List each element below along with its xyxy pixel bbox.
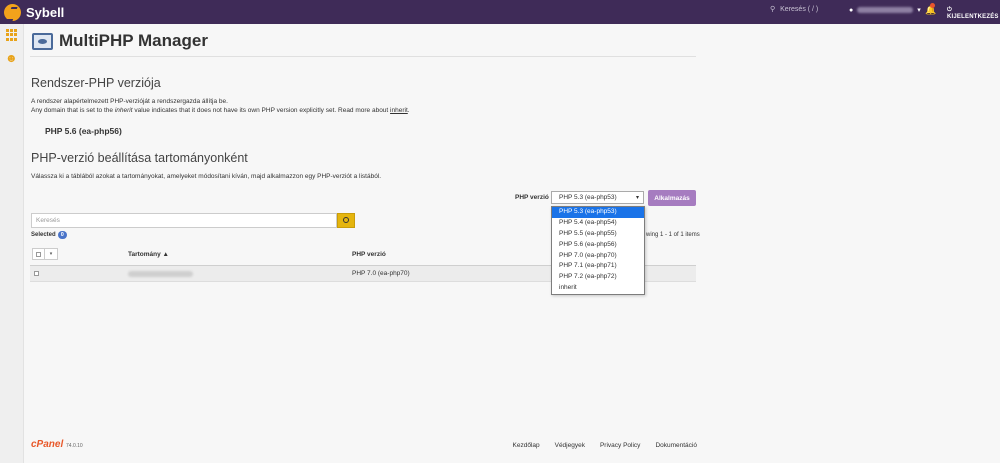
footer-link-home[interactable]: Kezdőlap [513,442,540,449]
row-php-version: PHP 7.0 (ea-php70) [352,270,410,277]
selected-label: Selected [31,232,56,238]
chevron-down-icon[interactable]: ▾ [45,249,57,259]
global-search-placeholder: Keresés ( / ) [780,5,819,13]
global-search[interactable]: ⚲ Keresés ( / ) [770,5,819,14]
system-php-version: PHP 5.6 (ea-php56) [45,126,122,136]
inherit-link[interactable]: inherit [390,107,408,114]
footer-link-trademarks[interactable]: Védjegyek [555,442,585,449]
row-domain-redacted [128,271,193,277]
users-icon[interactable]: ☻ [5,52,18,64]
php-option[interactable]: PHP 7.1 (ea-php71) [552,261,644,272]
page-title: MultiPHP Manager [59,31,208,50]
brand[interactable]: Sybell [4,3,65,21]
system-php-description: A rendszer alapértelmezett PHP-verzióját… [31,97,410,115]
column-header-domain[interactable]: Tartomány ▲ [128,251,169,258]
user-menu[interactable]: ● ▾ [849,6,921,15]
footer-links: Kezdőlap Védjegyek Privacy Policy Dokume… [513,442,698,449]
top-navbar: Sybell ⚲ Keresés ( / ) ● ▾ 🔔 ⏻ KIJELENTK… [0,0,1000,24]
footer: cPanel 74.0.10 Kezdőlap Védjegyek Privac… [31,436,697,456]
pagination-summary: wing 1 - 1 of 1 items [646,232,700,238]
php-option[interactable]: inherit [552,283,644,294]
domain-php-title: PHP-verzió beállítása tartományonként [31,151,248,165]
chevron-down-icon: ▾ [917,7,921,14]
domain-search-input[interactable]: Keresés [31,213,337,228]
notifications-button[interactable]: 🔔 [925,3,936,16]
php-version-label: PHP verzió [515,194,549,201]
footer-link-privacy[interactable]: Privacy Policy [600,442,640,449]
column-header-php[interactable]: PHP verzió [352,251,386,258]
system-desc-line2: Any domain that is set to the inherit va… [31,107,410,114]
cpanel-version: 74.0.10 [66,443,83,449]
header-divider [30,56,696,57]
logout-button[interactable]: ⏻ KIJELENTKEZÉS [947,7,1000,20]
select-all-checkbox[interactable] [33,249,45,259]
php-option[interactable]: PHP 7.0 (ea-php70) [552,251,644,262]
user-icon: ● [849,6,854,14]
php-version-select-value: PHP 5.3 (ea-php53) [559,194,617,201]
chevron-down-icon: ▾ [635,195,639,201]
footer-link-docs[interactable]: Dokumentáció [655,442,697,449]
select-all-control[interactable]: ▾ [32,248,58,260]
apps-grid-icon[interactable] [6,29,19,41]
search-icon: ⚲ [770,6,776,13]
multiphp-icon [32,32,53,50]
domain-php-description: Válassza ki a táblából azokat a tartomán… [31,173,382,180]
php-option[interactable]: PHP 5.6 (ea-php56) [552,240,644,251]
brand-name: Sybell [26,4,65,20]
system-desc-line1: A rendszer alapértelmezett PHP-verzióját… [31,98,228,105]
system-php-title: Rendszer-PHP verziója [31,76,161,90]
search-button[interactable] [337,213,355,228]
main-content: MultiPHP Manager Rendszer-PHP verziója A… [24,24,1000,463]
logout-label: KIJELENTKEZÉS [947,14,999,20]
row-checkbox[interactable] [34,271,39,276]
php-option[interactable]: PHP 5.5 (ea-php55) [552,229,644,240]
php-option[interactable]: PHP 5.4 (ea-php54) [552,218,644,229]
php-option[interactable]: PHP 5.3 (ea-php53) [552,207,644,218]
notification-dot [930,3,935,8]
cpanel-logo[interactable]: cPanel [31,439,63,450]
username-redacted [857,7,914,13]
page-header: MultiPHP Manager [32,31,208,51]
logout-icon: ⏻ [947,7,952,13]
selected-count: Selected 0 [31,231,67,239]
brand-logo-icon [4,3,21,21]
sidebar: ☻ [0,24,24,463]
php-option[interactable]: PHP 7.2 (ea-php72) [552,272,644,283]
selected-count-badge: 0 [57,231,67,239]
apply-button[interactable]: Alkalmazás [648,190,696,206]
php-version-dropdown: PHP 5.3 (ea-php53) PHP 5.4 (ea-php54) PH… [551,206,645,295]
php-version-select[interactable]: PHP 5.3 (ea-php53) ▾ [551,191,644,204]
